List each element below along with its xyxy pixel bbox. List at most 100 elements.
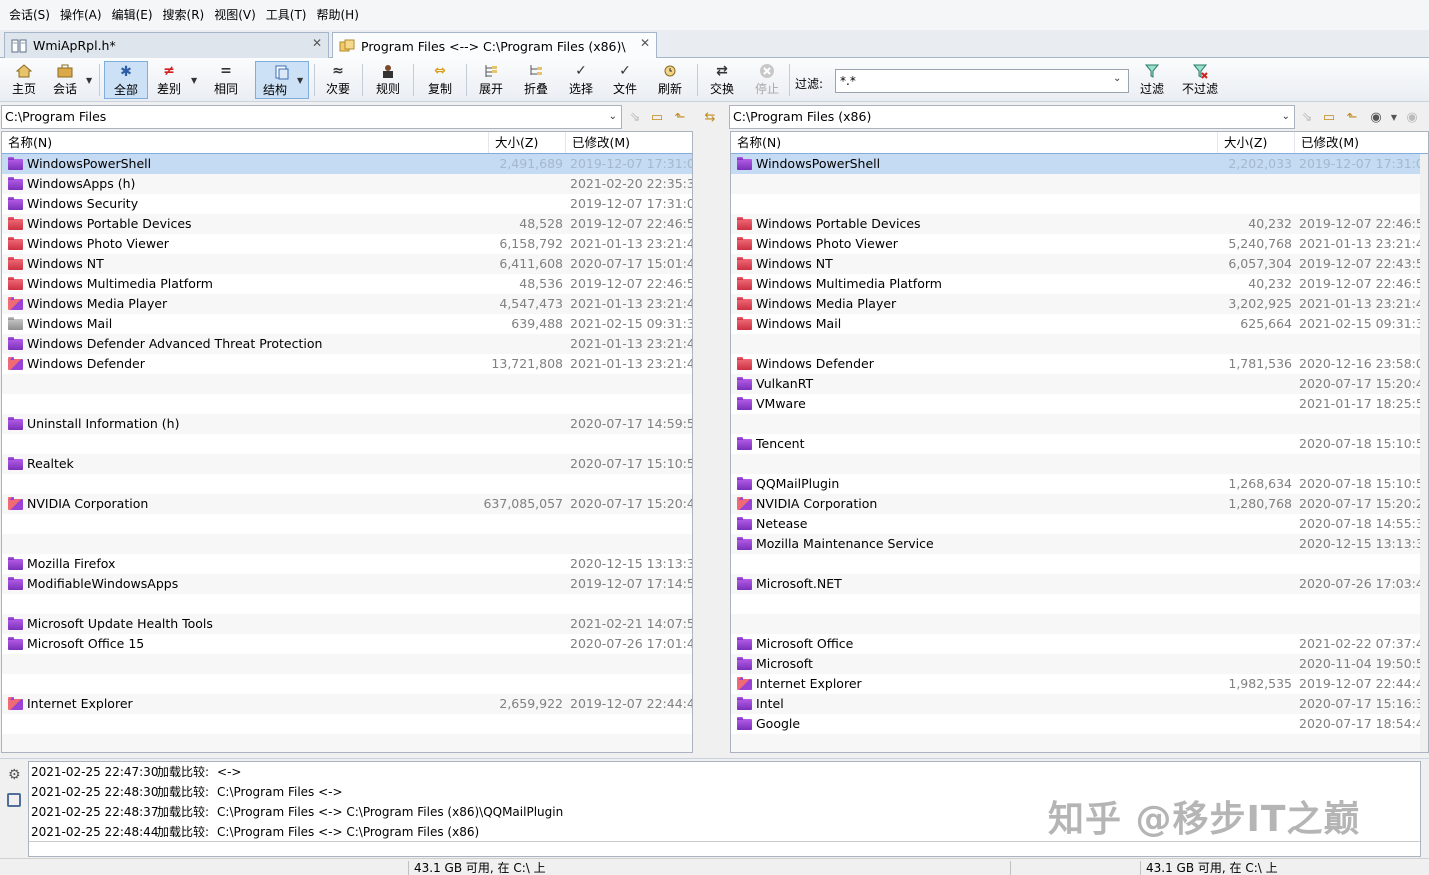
- chevron-down-icon[interactable]: ⌄: [1113, 73, 1121, 84]
- table-row[interactable]: Windows Media Player 4,547,473 2021-01-13 …: [2, 294, 692, 314]
- chevron-down-icon[interactable]: ▼: [1385, 108, 1403, 126]
- filter-input[interactable]: *.*: [835, 69, 1129, 93]
- table-row[interactable]: [2, 394, 692, 414]
- expand-button[interactable]: 展开: [474, 61, 508, 99]
- table-row[interactable]: [2, 534, 692, 554]
- column-name[interactable]: 名称(N): [731, 132, 1218, 154]
- right-file-pane[interactable]: 名称(N) 大小(Z) 已修改(M) WindowsPowerShell 2,20…: [730, 131, 1429, 753]
- table-row[interactable]: [2, 474, 692, 494]
- table-row[interactable]: WindowsPowerShell 2,202,033 2019-12-07 17:…: [731, 153, 1428, 175]
- right-path-input[interactable]: C:\Program Files (x86) ⌄: [729, 105, 1295, 129]
- table-row[interactable]: [2, 654, 692, 674]
- session-button[interactable]: 会话: [48, 61, 82, 99]
- table-row[interactable]: [2, 514, 692, 534]
- column-modified[interactable]: 已修改(M): [566, 132, 692, 154]
- table-row[interactable]: WindowsPowerShell 2,491,689 2019-12-07 17:…: [2, 153, 692, 175]
- table-row[interactable]: [2, 714, 692, 734]
- menu-view[interactable]: 视图(V): [209, 0, 261, 30]
- table-row[interactable]: [2, 734, 692, 752]
- close-icon[interactable]: ✕: [640, 36, 650, 50]
- menu-session[interactable]: 会话(S): [4, 0, 55, 30]
- table-row[interactable]: WindowsApps (h) 2021-02-20 22:35:38: [2, 174, 692, 194]
- chevron-down-icon[interactable]: ▼: [86, 76, 92, 85]
- parent-folder-icon[interactable]: ⬑: [671, 108, 689, 126]
- table-row[interactable]: [731, 614, 1428, 634]
- table-row[interactable]: Mozilla Maintenance Service 2020-12-15 13…: [731, 534, 1428, 554]
- table-row[interactable]: VulkanRT 2020-07-17 15:20:43: [731, 374, 1428, 394]
- table-row[interactable]: ModifiableWindowsApps 2019-12-07 17:14:52: [2, 574, 692, 594]
- swap-button[interactable]: ⇄ 交换: [705, 61, 739, 99]
- table-row[interactable]: Windows Multimedia Platform 40,232 2019-12…: [731, 274, 1428, 294]
- table-row[interactable]: Netease 2020-07-18 14:55:34: [731, 514, 1428, 534]
- table-row[interactable]: Microsoft.NET 2020-07-26 17:03:41: [731, 574, 1428, 594]
- table-row[interactable]: Microsoft Update Health Tools 2021-02-21 …: [2, 614, 692, 634]
- table-row[interactable]: Windows Media Player 3,202,925 2021-01-13 …: [731, 294, 1428, 314]
- table-row[interactable]: Windows Photo Viewer 5,240,768 2021-01-13 …: [731, 234, 1428, 254]
- home-button[interactable]: 主页: [8, 61, 40, 99]
- table-row[interactable]: Microsoft 2020-11-04 19:50:53: [731, 654, 1428, 674]
- stop-button[interactable]: 停止: [750, 61, 784, 99]
- table-row[interactable]: [2, 594, 692, 614]
- table-row[interactable]: [2, 434, 692, 454]
- table-row[interactable]: Microsoft Office 15 2020-07-26 17:01:48: [2, 634, 692, 654]
- copy-button[interactable]: ⇔ 复制: [423, 61, 457, 99]
- menu-search[interactable]: 搜索(R): [158, 0, 210, 30]
- table-row[interactable]: Windows Mail 639,488 2021-02-15 09:31:32: [2, 314, 692, 334]
- menu-actions[interactable]: 操作(A): [55, 0, 107, 30]
- table-row[interactable]: [731, 734, 1428, 752]
- close-icon[interactable]: ✕: [312, 36, 322, 50]
- table-row[interactable]: Mozilla Firefox 2020-12-15 13:13:35: [2, 554, 692, 574]
- collapse-button[interactable]: 折叠: [519, 61, 553, 99]
- table-row[interactable]: [731, 554, 1428, 574]
- table-row[interactable]: Windows Mail 625,664 2021-02-15 09:31:32: [731, 314, 1428, 334]
- table-row[interactable]: Tencent 2020-07-18 15:10:53: [731, 434, 1428, 454]
- table-row[interactable]: Windows Multimedia Platform 48,536 2019-12…: [2, 274, 692, 294]
- files-button[interactable]: ✓ 文件: [608, 61, 642, 99]
- table-row[interactable]: [2, 374, 692, 394]
- menu-edit[interactable]: 编辑(E): [107, 0, 158, 30]
- column-modified[interactable]: 已修改(M): [1295, 132, 1428, 154]
- table-row[interactable]: Windows Defender 13,721,808 2021-01-13 23:…: [2, 354, 692, 374]
- chevron-down-icon[interactable]: ⌄: [1282, 106, 1290, 128]
- table-row[interactable]: NVIDIA Corporation 637,085,057 2020-07-17 …: [2, 494, 692, 514]
- table-row[interactable]: Realtek 2020-07-17 15:10:53: [2, 454, 692, 474]
- table-row[interactable]: [731, 414, 1428, 434]
- left-file-pane[interactable]: 名称(N) 大小(Z) 已修改(M) WindowsPowerShell 2,49…: [1, 131, 693, 753]
- table-row[interactable]: Windows Security 2019-12-07 17:31:03: [2, 194, 692, 214]
- table-row[interactable]: Uninstall Information (h) 2020-07-17 14:5…: [2, 414, 692, 434]
- menu-tools[interactable]: 工具(T): [261, 0, 312, 30]
- rules-button[interactable]: 规则: [372, 61, 404, 99]
- table-row[interactable]: Windows Defender Advanced Threat Protect…: [2, 334, 692, 354]
- forward-icon[interactable]: ◉: [1403, 108, 1421, 126]
- table-row[interactable]: Windows NT 6,057,304 2019-12-07 22:43:54: [731, 254, 1428, 274]
- view-all-button[interactable]: ✱ 全部: [104, 61, 148, 99]
- filter-button[interactable]: 过滤: [1136, 61, 1168, 99]
- path-forward-icon[interactable]: ⇘: [626, 108, 644, 126]
- vertical-scrollbar[interactable]: [1420, 154, 1428, 752]
- table-row[interactable]: Windows NT 6,411,608 2020-07-17 15:01:44: [2, 254, 692, 274]
- table-row[interactable]: Windows Portable Devices 40,232 2019-12-07…: [731, 214, 1428, 234]
- table-row[interactable]: Internet Explorer 2,659,922 2019-12-07 22:…: [2, 694, 692, 714]
- table-row[interactable]: Windows Portable Devices 48,528 2019-12-07…: [2, 214, 692, 234]
- table-row[interactable]: Google 2020-07-17 18:54:41: [731, 714, 1428, 734]
- table-row[interactable]: [2, 674, 692, 694]
- table-row[interactable]: [731, 174, 1428, 194]
- view-same-button[interactable]: = 相同: [208, 61, 244, 99]
- refresh-button[interactable]: 刷新: [653, 61, 687, 99]
- chevron-down-icon[interactable]: ▼: [297, 76, 303, 85]
- table-row[interactable]: [731, 454, 1428, 474]
- column-size[interactable]: 大小(Z): [489, 132, 566, 154]
- menu-help[interactable]: 帮助(H): [312, 0, 364, 30]
- view-diffs-button[interactable]: ≠ 差别: [152, 61, 186, 99]
- table-row[interactable]: [731, 594, 1428, 614]
- table-row[interactable]: Windows Defender 1,781,536 2020-12-16 23:5…: [731, 354, 1428, 374]
- table-row[interactable]: [731, 194, 1428, 214]
- save-icon[interactable]: [7, 793, 21, 807]
- table-row[interactable]: VMware 2021-01-17 18:25:57: [731, 394, 1428, 414]
- chevron-down-icon[interactable]: ⌄: [609, 106, 617, 128]
- parent-folder-icon[interactable]: ⬑: [1343, 108, 1361, 126]
- column-name[interactable]: 名称(N): [2, 132, 489, 154]
- table-row[interactable]: Internet Explorer 1,982,535 2019-12-07 22:…: [731, 674, 1428, 694]
- table-row[interactable]: Intel 2020-07-17 15:16:32: [731, 694, 1428, 714]
- tab-program-files[interactable]: Program Files <--> C:\Program Files (x86…: [332, 32, 657, 59]
